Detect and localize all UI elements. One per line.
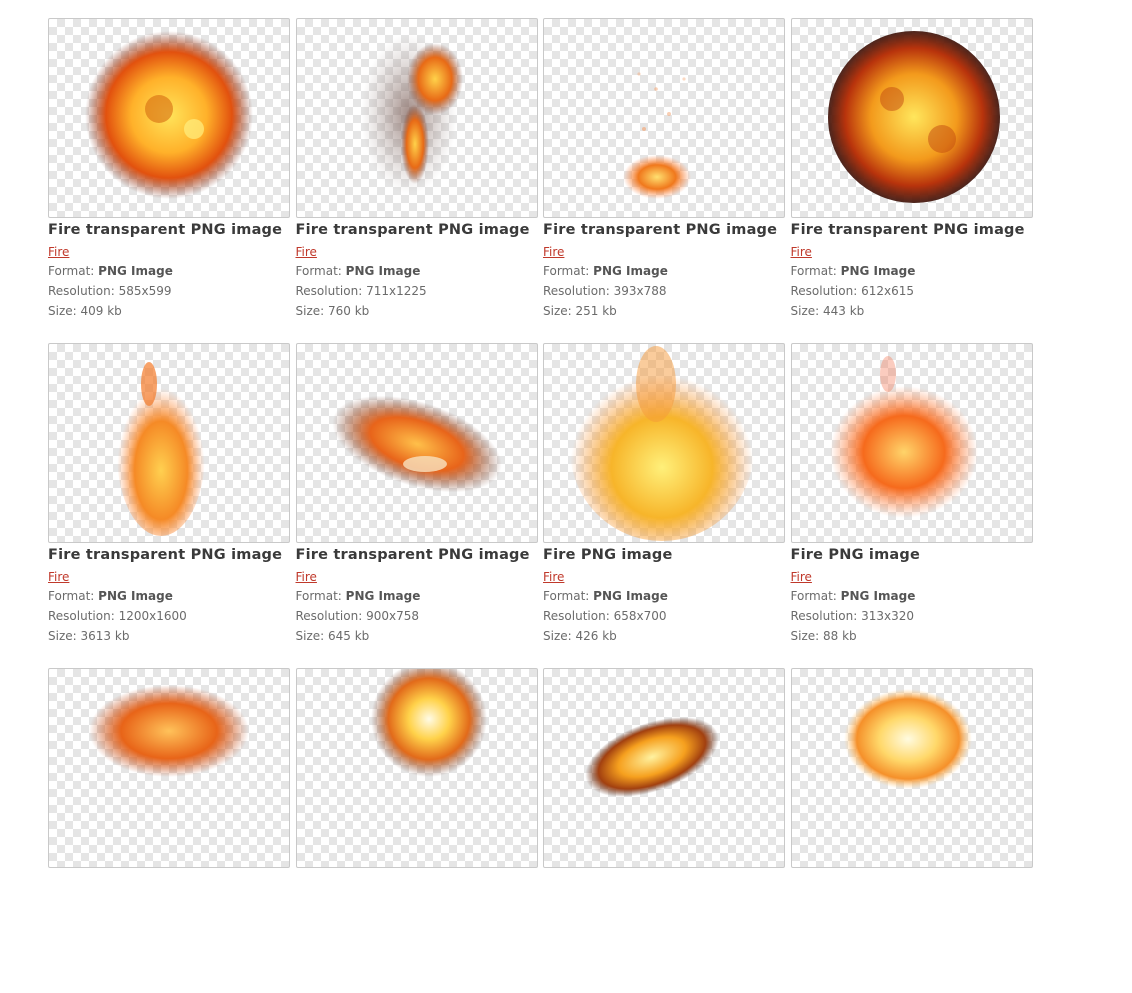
category-link[interactable]: Fire: [296, 569, 317, 585]
yellow-flame-image[interactable]: [543, 343, 785, 543]
size-line: Size: 3613 kb: [48, 629, 130, 643]
image-card: Fire transparent PNG image Fire Format: …: [543, 18, 785, 343]
image-grid: Fire transparent PNG image Fire Format: …: [48, 18, 1038, 993]
image-title[interactable]: Fire transparent PNG image: [543, 221, 785, 240]
burning-streak-image[interactable]: [295, 343, 538, 543]
format-line: Format: PNG Image: [543, 264, 668, 278]
image-title[interactable]: Fire transparent PNG image: [296, 221, 538, 240]
image-title[interactable]: Fire PNG image: [543, 546, 785, 565]
image-card: Fire transparent PNG image Fire Format: …: [48, 18, 290, 343]
bright-burst-image[interactable]: [295, 668, 538, 868]
image-card: Fire transparent PNG image Fire Format: …: [295, 18, 538, 343]
format-line: Format: PNG Image: [295, 589, 421, 603]
category-link[interactable]: Fire: [296, 244, 317, 260]
format-line: Format: PNG Image: [48, 589, 173, 603]
glow-burst-image[interactable]: [790, 668, 1033, 868]
image-card: Fire transparent PNG image Fire Format: …: [48, 343, 290, 668]
size-line: Size: 645 kb: [295, 629, 370, 643]
format-line: Format: PNG Image: [295, 264, 421, 278]
image-card: Fire transparent PNG image Fire Format: …: [790, 18, 1033, 343]
image-card: [790, 668, 1033, 993]
image-card: Fire PNG image Fire Format: PNG Image Re…: [543, 343, 785, 668]
category-link[interactable]: Fire: [791, 569, 812, 585]
size-line: Size: 251 kb: [543, 304, 617, 318]
category-link[interactable]: Fire: [48, 244, 69, 260]
resolution-line: Resolution: 612x615: [790, 284, 915, 298]
small-flame-image[interactable]: [543, 18, 785, 218]
image-title[interactable]: Fire transparent PNG image: [48, 546, 290, 565]
format-line: Format: PNG Image: [543, 589, 668, 603]
image-card: Fire transparent PNG image Fire Format: …: [295, 343, 538, 668]
category-link[interactable]: Fire: [543, 244, 564, 260]
image-title[interactable]: Fire transparent PNG image: [48, 221, 290, 240]
image-title[interactable]: Fire PNG image: [791, 546, 1033, 565]
format-line: Format: PNG Image: [48, 264, 173, 278]
resolution-line: Resolution: 900x758: [295, 609, 420, 623]
flame-swirl-image[interactable]: [790, 343, 1033, 543]
resolution-line: Resolution: 393x788: [543, 284, 667, 298]
fireball-image[interactable]: [48, 18, 290, 218]
size-line: Size: 409 kb: [48, 304, 122, 318]
resolution-line: Resolution: 658x700: [543, 609, 667, 623]
explosion-image[interactable]: [790, 18, 1033, 218]
image-title[interactable]: Fire transparent PNG image: [791, 221, 1033, 240]
format-line: Format: PNG Image: [790, 264, 916, 278]
resolution-line: Resolution: 313x320: [790, 609, 915, 623]
size-line: Size: 443 kb: [790, 304, 865, 318]
size-line: Size: 760 kb: [295, 304, 370, 318]
category-link[interactable]: Fire: [791, 244, 812, 260]
fire-jet-image[interactable]: [543, 668, 785, 868]
image-title[interactable]: Fire transparent PNG image: [296, 546, 538, 565]
image-card: [48, 668, 290, 993]
image-card: [295, 668, 538, 993]
smoke-fire-image[interactable]: [295, 18, 538, 218]
image-card: [543, 668, 785, 993]
size-line: Size: 426 kb: [543, 629, 617, 643]
tall-flame-image[interactable]: [48, 343, 290, 543]
format-line: Format: PNG Image: [790, 589, 916, 603]
image-card: Fire PNG image Fire Format: PNG Image Re…: [790, 343, 1033, 668]
resolution-line: Resolution: 1200x1600: [48, 609, 187, 623]
flame-patch-image[interactable]: [48, 668, 290, 868]
resolution-line: Resolution: 711x1225: [295, 284, 427, 298]
category-link[interactable]: Fire: [543, 569, 564, 585]
resolution-line: Resolution: 585x599: [48, 284, 172, 298]
size-line: Size: 88 kb: [790, 629, 857, 643]
category-link[interactable]: Fire: [48, 569, 69, 585]
